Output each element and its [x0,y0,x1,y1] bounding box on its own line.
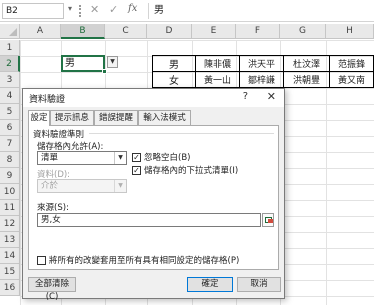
formula-input[interactable]: 男 [148,3,372,19]
table-row: 男 陳非儂 洪天平 杜汶澤 范振鋒 [152,55,374,72]
table-cell[interactable]: 女 [152,71,196,88]
tab-settings[interactable]: 設定 [28,110,50,126]
cancel-button[interactable]: 取消 [237,277,281,292]
row-header-11[interactable]: 11 [0,200,20,216]
apply-all-label: 將所有的改變套用至所有具有相同設定的儲存格(P) [49,256,240,266]
row-header-10[interactable]: 10 [0,184,20,200]
group-divider [89,133,274,134]
row-header-3[interactable]: 3 [0,72,20,88]
formula-bar: B2 ▾ ✕ ✓ fx 男 [0,0,374,22]
column-header-a[interactable]: A [20,24,61,39]
row-header-4[interactable]: 4 [0,88,20,104]
table-cell[interactable]: 男 [152,55,196,72]
ignore-blank-label: 忽略空白(B) [144,153,191,163]
help-icon[interactable]: ? [243,91,248,102]
select-all-corner[interactable] [0,24,20,39]
column-header-d[interactable]: D [147,24,192,39]
table-cell[interactable]: 鄒梓謙 [239,71,284,88]
table-cell[interactable]: 陳非儂 [195,55,240,72]
row-header-12[interactable]: 12 [0,216,20,232]
data-validation-dialog: 資料驗證 ? ✕ 設定 提示訊息 錯誤提醒 輸入法模式 資料驗證準則 儲存格內允… [22,88,285,302]
table-cell[interactable]: 杜汶澤 [283,55,330,72]
insert-function-icon[interactable]: fx [128,3,137,14]
row-header-16[interactable]: 16 [0,280,20,296]
tab-ime-mode[interactable]: 輸入法模式 [138,110,191,125]
source-label: 來源(S): [37,203,69,213]
confirm-entry-icon[interactable]: ✓ [109,3,118,16]
row-header-8[interactable]: 8 [0,152,20,168]
row-header-6[interactable]: 6 [0,120,20,136]
formula-bar-splitter[interactable] [79,5,81,17]
name-box-dropdown-icon[interactable]: ▾ [68,4,72,13]
row-header-5[interactable]: 5 [0,104,20,120]
in-cell-dropdown-checkbox[interactable]: ✓ [132,166,141,175]
fill-handle[interactable] [102,69,107,74]
column-header-b[interactable]: B [61,24,105,39]
table-cell[interactable]: 黃又南 [329,71,374,88]
names-table: 男 陳非儂 洪天平 杜汶澤 范振鋒 女 黃一山 鄒梓謙 洪朝豐 黃又南 [152,55,374,88]
allow-select-value: 清單 [41,153,59,163]
row-header-9[interactable]: 9 [0,168,20,184]
source-input[interactable]: 男,女 [37,213,261,227]
data-select: 介於 ▼ [37,179,127,193]
settings-panel: 資料驗證準則 儲存格內允許(A): 清單 ▼ ✓ 忽略空白(B) ✓ 儲存格內的… [28,125,279,270]
allow-select[interactable]: 清單 ▼ [37,151,127,165]
row-header-13[interactable]: 13 [0,232,20,248]
dialog-title: 資料驗證 [29,95,66,105]
table-cell[interactable]: 黃一山 [195,71,240,88]
group-title: 資料驗證準則 [33,130,85,140]
tab-error-alert[interactable]: 錯誤提醒 [94,110,138,125]
cancel-entry-icon[interactable]: ✕ [90,3,99,16]
apply-all-checkbox[interactable] [37,256,46,265]
column-header-h[interactable]: H [326,24,374,39]
column-header-e[interactable]: E [192,24,236,39]
active-cell-b2[interactable]: 男 [61,55,105,72]
row-header-15[interactable]: 15 [0,264,20,280]
range-select-icon[interactable] [262,213,274,227]
clear-all-button[interactable]: 全部清除(C) [28,277,76,302]
column-header-g[interactable]: G [280,24,326,39]
row-header-1[interactable]: 1 [0,40,20,56]
name-box[interactable]: B2 [2,3,64,19]
chevron-down-icon: ▼ [114,180,126,192]
table-row: 女 黃一山 鄒梓謙 洪朝豐 黃又南 [152,71,374,88]
table-cell[interactable]: 洪朝豐 [283,71,330,88]
in-cell-dropdown-label: 儲存格內的下拉式清單(I) [144,166,239,176]
table-cell[interactable]: 洪天平 [239,55,284,72]
column-header-c[interactable]: C [105,24,147,39]
ignore-blank-checkbox[interactable]: ✓ [132,153,141,162]
dialog-title-bar[interactable]: 資料驗證 ? ✕ [23,89,284,107]
chevron-down-icon: ▼ [114,152,126,164]
close-icon[interactable]: ✕ [267,90,276,103]
row-header-2[interactable]: 2 [0,56,20,72]
row-header-7[interactable]: 7 [0,136,20,152]
tab-input-message[interactable]: 提示訊息 [50,110,94,125]
column-header-f[interactable]: F [236,24,280,39]
row-header-14[interactable]: 14 [0,248,20,264]
table-cell[interactable]: 范振鋒 [329,55,374,72]
data-select-value: 介於 [41,181,59,191]
ok-button[interactable]: 確定 [187,277,233,292]
cell-dropdown-arrow-icon[interactable]: ▼ [107,56,118,68]
